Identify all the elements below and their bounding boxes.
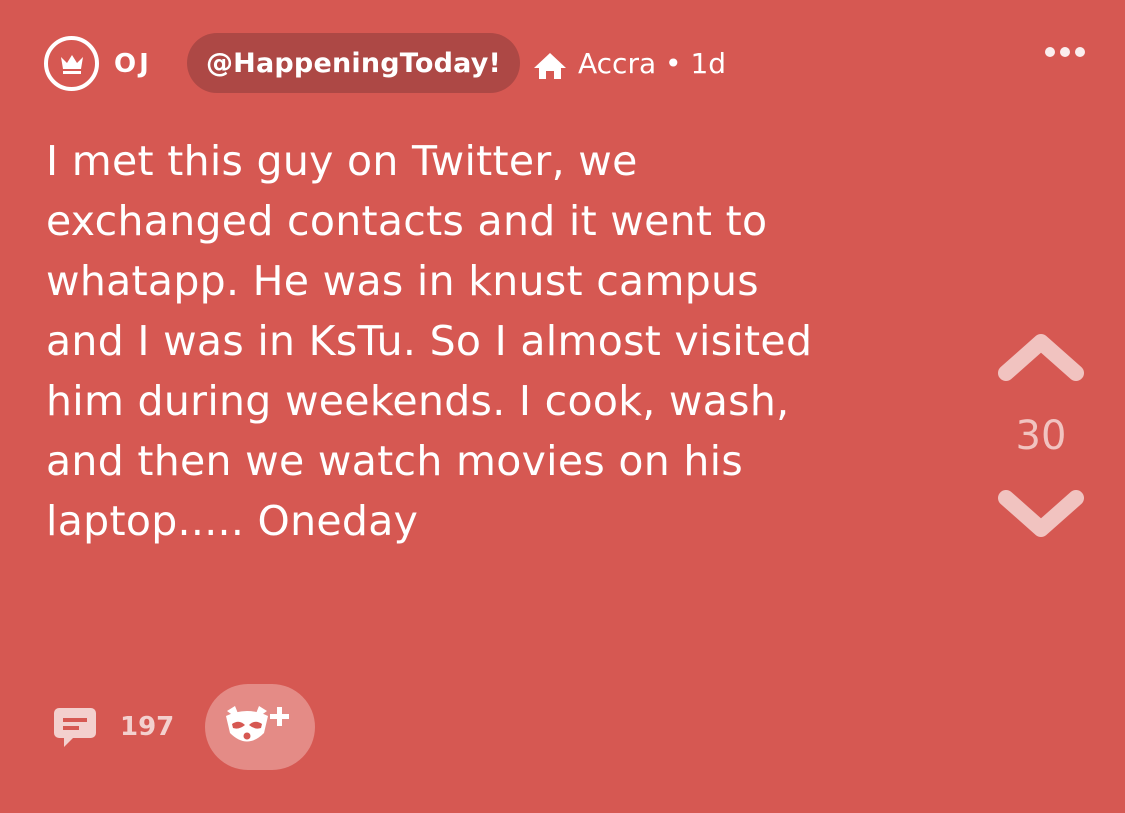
crown-icon xyxy=(60,55,83,74)
vote-count: 30 xyxy=(1015,413,1067,459)
username[interactable]: OJ xyxy=(114,46,152,82)
dot xyxy=(1075,47,1085,57)
raccoon-plus-icon xyxy=(226,706,289,742)
location-and-time: Accra • 1d xyxy=(578,47,727,80)
comment-icon[interactable] xyxy=(53,707,97,749)
mascot-add-button[interactable] xyxy=(205,684,315,770)
dot xyxy=(1060,47,1070,57)
comment-count: 197 xyxy=(120,712,175,742)
more-dots-icon[interactable] xyxy=(1045,46,1085,58)
crown-avatar[interactable] xyxy=(44,36,99,91)
chevron-up-icon[interactable] xyxy=(996,330,1086,390)
post-text: I met this guy on Twitter, we exchanged … xyxy=(46,137,813,545)
post-header: OJ @HappeningToday! Accra • 1d xyxy=(44,33,1085,93)
channel-tag[interactable]: @HappeningToday! xyxy=(187,33,520,93)
home-icon xyxy=(534,53,566,79)
chevron-down-icon[interactable] xyxy=(996,484,1086,544)
dot xyxy=(1045,47,1055,57)
